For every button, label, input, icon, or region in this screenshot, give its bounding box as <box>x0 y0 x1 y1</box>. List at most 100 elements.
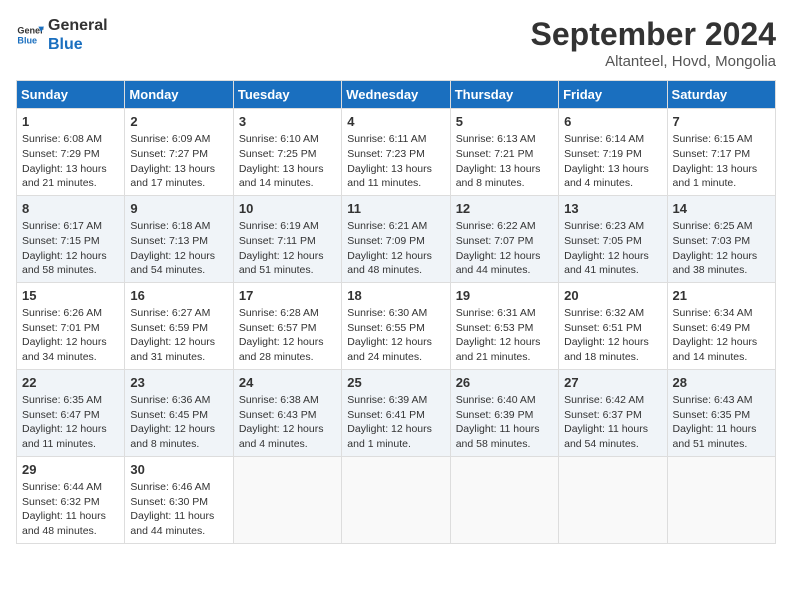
day-info-line: Sunrise: 6:46 AM <box>130 480 227 495</box>
day-number: 2 <box>130 113 227 131</box>
day-info-line: Daylight: 12 hours and 31 minutes. <box>130 335 227 364</box>
day-info-line: Daylight: 11 hours and 51 minutes. <box>673 422 770 451</box>
day-info-line: Sunset: 7:27 PM <box>130 147 227 162</box>
day-info-line: Daylight: 12 hours and 41 minutes. <box>564 249 661 278</box>
day-info-line: Daylight: 12 hours and 51 minutes. <box>239 249 336 278</box>
day-info-line: Sunset: 7:03 PM <box>673 234 770 249</box>
logo-icon: General Blue <box>16 21 44 49</box>
day-info-line: Sunset: 7:21 PM <box>456 147 553 162</box>
calendar-cell <box>233 456 341 543</box>
day-info-line: Sunrise: 6:43 AM <box>673 393 770 408</box>
day-info-line: Daylight: 13 hours and 8 minutes. <box>456 162 553 191</box>
day-number: 19 <box>456 287 553 305</box>
calendar-cell: 29Sunrise: 6:44 AMSunset: 6:32 PMDayligh… <box>17 456 125 543</box>
calendar-cell: 16Sunrise: 6:27 AMSunset: 6:59 PMDayligh… <box>125 282 233 369</box>
day-number: 1 <box>22 113 119 131</box>
day-header-tuesday: Tuesday <box>233 81 341 109</box>
day-info-line: Sunrise: 6:11 AM <box>347 132 444 147</box>
day-info-line: Sunset: 6:45 PM <box>130 408 227 423</box>
day-info-line: Sunset: 6:49 PM <box>673 321 770 336</box>
day-info-line: Daylight: 12 hours and 38 minutes. <box>673 249 770 278</box>
day-info-line: Sunrise: 6:22 AM <box>456 219 553 234</box>
day-number: 28 <box>673 374 770 392</box>
day-info-line: Sunset: 7:23 PM <box>347 147 444 162</box>
day-info-line: Sunrise: 6:39 AM <box>347 393 444 408</box>
day-info-line: Sunrise: 6:40 AM <box>456 393 553 408</box>
day-number: 27 <box>564 374 661 392</box>
day-info-line: Daylight: 13 hours and 1 minute. <box>673 162 770 191</box>
day-info-line: Sunset: 6:55 PM <box>347 321 444 336</box>
day-info-line: Sunset: 6:51 PM <box>564 321 661 336</box>
calendar-cell: 15Sunrise: 6:26 AMSunset: 7:01 PMDayligh… <box>17 282 125 369</box>
day-info-line: Sunset: 7:19 PM <box>564 147 661 162</box>
day-number: 17 <box>239 287 336 305</box>
month-title: September 2024 <box>531 16 776 53</box>
calendar-cell: 12Sunrise: 6:22 AMSunset: 7:07 PMDayligh… <box>450 195 558 282</box>
day-number: 26 <box>456 374 553 392</box>
day-info-line: Daylight: 12 hours and 4 minutes. <box>239 422 336 451</box>
calendar-cell: 13Sunrise: 6:23 AMSunset: 7:05 PMDayligh… <box>559 195 667 282</box>
day-info-line: Sunrise: 6:23 AM <box>564 219 661 234</box>
calendar-body: 1Sunrise: 6:08 AMSunset: 7:29 PM Daylight… <box>17 109 776 544</box>
page-header: General Blue General Blue September 2024… <box>16 16 776 70</box>
day-number: 13 <box>564 200 661 218</box>
calendar-cell <box>559 456 667 543</box>
calendar-cell: 22Sunrise: 6:35 AMSunset: 6:47 PMDayligh… <box>17 369 125 456</box>
day-info-line: Sunrise: 6:30 AM <box>347 306 444 321</box>
day-info-line: Sunrise: 6:08 AM <box>22 132 119 147</box>
day-info-line: Sunset: 7:01 PM <box>22 321 119 336</box>
calendar-cell: 30Sunrise: 6:46 AMSunset: 6:30 PMDayligh… <box>125 456 233 543</box>
day-info-line: Sunset: 7:07 PM <box>456 234 553 249</box>
day-info-line: Daylight: 12 hours and 14 minutes. <box>673 335 770 364</box>
day-info-line: Sunset: 7:29 PM <box>22 147 119 162</box>
day-info-line: Sunrise: 6:09 AM <box>130 132 227 147</box>
day-info-line: Sunset: 6:39 PM <box>456 408 553 423</box>
day-info-line: Sunset: 6:47 PM <box>22 408 119 423</box>
logo: General Blue General Blue <box>16 16 108 54</box>
logo-text-line2: Blue <box>48 35 108 54</box>
calendar-cell: 17Sunrise: 6:28 AMSunset: 6:57 PMDayligh… <box>233 282 341 369</box>
day-number: 25 <box>347 374 444 392</box>
day-number: 20 <box>564 287 661 305</box>
day-info-line: Sunrise: 6:32 AM <box>564 306 661 321</box>
calendar-cell: 28Sunrise: 6:43 AMSunset: 6:35 PMDayligh… <box>667 369 775 456</box>
day-info-line: Sunrise: 6:15 AM <box>673 132 770 147</box>
day-number: 7 <box>673 113 770 131</box>
day-info-line: Daylight: 12 hours and 28 minutes. <box>239 335 336 364</box>
day-info-line: Sunset: 7:17 PM <box>673 147 770 162</box>
calendar-cell: 18Sunrise: 6:30 AMSunset: 6:55 PMDayligh… <box>342 282 450 369</box>
day-number: 5 <box>456 113 553 131</box>
day-info-line: Sunset: 7:13 PM <box>130 234 227 249</box>
calendar-cell <box>450 456 558 543</box>
day-number: 11 <box>347 200 444 218</box>
day-info-line: Sunrise: 6:17 AM <box>22 219 119 234</box>
day-number: 12 <box>456 200 553 218</box>
day-info-line: Sunset: 7:15 PM <box>22 234 119 249</box>
day-info-line: Sunrise: 6:35 AM <box>22 393 119 408</box>
day-number: 9 <box>130 200 227 218</box>
day-info-line: Sunset: 6:41 PM <box>347 408 444 423</box>
day-info-line: Daylight: 12 hours and 54 minutes. <box>130 249 227 278</box>
calendar-cell: 9Sunrise: 6:18 AMSunset: 7:13 PMDaylight… <box>125 195 233 282</box>
day-number: 15 <box>22 287 119 305</box>
day-number: 29 <box>22 461 119 479</box>
calendar-cell: 3Sunrise: 6:10 AMSunset: 7:25 PMDaylight… <box>233 109 341 196</box>
calendar-cell: 25Sunrise: 6:39 AMSunset: 6:41 PMDayligh… <box>342 369 450 456</box>
day-header-sunday: Sunday <box>17 81 125 109</box>
day-info-line: Daylight: 13 hours and 17 minutes. <box>130 162 227 191</box>
day-info-line: Sunrise: 6:44 AM <box>22 480 119 495</box>
day-number: 21 <box>673 287 770 305</box>
calendar-cell: 8Sunrise: 6:17 AMSunset: 7:15 PMDaylight… <box>17 195 125 282</box>
day-header-thursday: Thursday <box>450 81 558 109</box>
day-info-line: Sunrise: 6:13 AM <box>456 132 553 147</box>
day-info-line: Sunrise: 6:19 AM <box>239 219 336 234</box>
calendar-week-row: 1Sunrise: 6:08 AMSunset: 7:29 PM Daylight… <box>17 109 776 196</box>
day-number: 3 <box>239 113 336 131</box>
day-number: 22 <box>22 374 119 392</box>
calendar-cell: 26Sunrise: 6:40 AMSunset: 6:39 PMDayligh… <box>450 369 558 456</box>
day-info-line: Sunrise: 6:31 AM <box>456 306 553 321</box>
day-info-line: Daylight: 13 hours and 14 minutes. <box>239 162 336 191</box>
calendar-cell: 21Sunrise: 6:34 AMSunset: 6:49 PMDayligh… <box>667 282 775 369</box>
day-info-line: Daylight: 12 hours and 11 minutes. <box>22 422 119 451</box>
day-info-line: Sunrise: 6:28 AM <box>239 306 336 321</box>
